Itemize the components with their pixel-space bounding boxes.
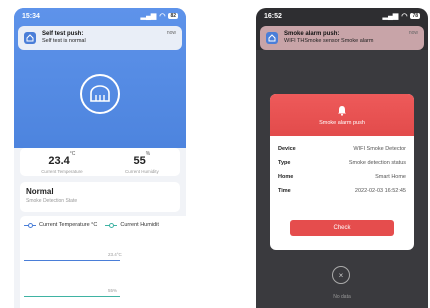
signal-icon: ▂▄▆ — [382, 13, 399, 20]
humidity-unit: % — [145, 150, 151, 157]
status-bar: 15:34 ▂▄▆ ◠ 82 — [14, 8, 186, 24]
alarm-details: Device WIFI Smoke Detector Type Smoke dete… — [270, 136, 414, 198]
detail-key: Type — [278, 160, 291, 166]
detail-value: WIFI Smoke Detector — [353, 146, 406, 152]
temperature-reading: 23.4°C Current Temperature — [41, 151, 82, 174]
no-data-text: No data — [333, 294, 351, 300]
notification-time: now — [166, 30, 176, 36]
legend-humidity[interactable]: Current Humidit — [105, 222, 159, 228]
humidity-label: Current Humidity — [125, 168, 159, 174]
status-icons: ▂▄▆ ◠ 78 — [383, 12, 420, 20]
detail-key: Device — [278, 146, 296, 152]
humidity-legend-marker — [105, 222, 118, 228]
legend-temperature[interactable]: Current Temperature °C — [24, 222, 97, 228]
battery-icon: 82 — [168, 13, 178, 19]
temperature-line — [24, 260, 120, 261]
temperature-legend-marker — [24, 222, 36, 228]
detail-key: Home — [278, 174, 294, 180]
modal-header: Smoke alarm push — [270, 94, 414, 136]
status-time: 16:52 — [264, 12, 282, 20]
modal-title: Smoke alarm push — [319, 119, 365, 126]
detail-row-time: Time 2022-02-03 16:52:45 — [278, 184, 406, 198]
smoke-detector-icon — [80, 74, 120, 114]
left-phone-screen: 15:34 ▂▄▆ ◠ 82 Self test push: Self test… — [14, 8, 186, 308]
notification-time: now — [408, 30, 418, 36]
home-app-icon — [266, 32, 278, 44]
temperature-unit: °C — [69, 150, 76, 157]
notification-title: Self test push: — [42, 31, 84, 37]
status-bar: 16:52 ▂▄▆ ◠ 78 — [256, 8, 428, 24]
temperature-value: 23.4 — [48, 154, 70, 167]
alarm-modal: Smoke alarm push Device WIFI Smoke Detect… — [270, 94, 414, 250]
battery-icon: 78 — [410, 13, 420, 19]
right-phone-screen: 16:52 ▂▄▆ ◠ 78 Smoke alarm push: WIFI TH… — [256, 8, 428, 308]
history-chart-card: Current Temperature °C Current Humidit 2… — [20, 216, 186, 308]
state-label: Smoke Detection State — [26, 198, 78, 204]
detail-row-device: Device WIFI Smoke Detector — [278, 142, 406, 156]
close-icon[interactable]: × — [332, 266, 350, 284]
wifi-icon: ◠ — [401, 13, 408, 20]
notification-body: Self test is normal — [42, 38, 86, 44]
humidity-line — [24, 296, 120, 297]
chart-legend: Current Temperature °C Current Humidit — [24, 222, 182, 228]
wifi-icon: ◠ — [159, 13, 166, 20]
notification-title: Smoke alarm push: — [284, 31, 340, 37]
readings-card: 23.4°C Current Temperature 55% Current H… — [20, 148, 180, 176]
legend-temperature-label: Current Temperature °C — [39, 222, 98, 228]
check-button[interactable]: Check — [290, 220, 394, 236]
detail-value: Smoke detection status — [348, 160, 406, 166]
self-test-notification[interactable]: Self test push: Self test is normal now — [18, 26, 182, 50]
temperature-label: Current Temperature — [41, 168, 83, 174]
smoke-alarm-notification[interactable]: Smoke alarm push: WIFI THSmoke sensor Sm… — [260, 26, 424, 50]
detail-value: 2022-02-03 16:52:45 — [354, 188, 406, 194]
signal-icon: ▂▄▆ — [140, 13, 157, 20]
status-icons: ▂▄▆ ◠ 82 — [141, 12, 178, 20]
status-time: 15:34 — [22, 12, 40, 20]
humidity-line-label: 55% — [108, 288, 118, 293]
notification-body: WIFI THSmoke sensor Smoke alarm — [284, 38, 374, 44]
detail-value: Smart Home — [375, 174, 406, 180]
temperature-line-label: 23.4°C — [108, 252, 122, 257]
home-app-icon — [24, 32, 36, 44]
state-value: Normal — [26, 187, 54, 196]
smoke-state-card[interactable]: Normal Smoke Detection State — [20, 182, 180, 212]
bell-icon — [338, 105, 346, 116]
humidity-reading: 55% Current Humidity — [125, 151, 159, 174]
legend-humidity-label: Current Humidit — [120, 222, 159, 228]
detail-row-home: Home Smart Home — [278, 170, 406, 184]
detail-key: Time — [278, 188, 291, 194]
detail-row-type: Type Smoke detection status — [278, 156, 406, 170]
humidity-value: 55 — [133, 154, 146, 167]
